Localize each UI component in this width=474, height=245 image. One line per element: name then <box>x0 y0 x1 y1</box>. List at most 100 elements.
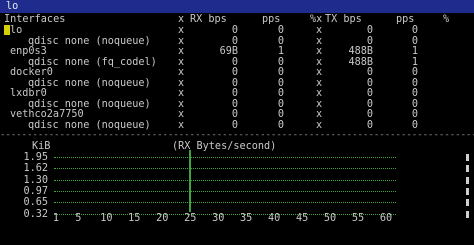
cell-tx-x: x <box>316 77 323 89</box>
interface-name: qdisc none (noqueue) <box>28 35 151 47</box>
interface-name: docker0 <box>10 67 53 78</box>
x-tick-label: 45 <box>295 213 309 224</box>
table-row[interactable]: lo x 0 0 x 0 0 <box>0 25 474 36</box>
table-row[interactable]: vethco2a7750 x 0 0 x 0 0 <box>0 109 474 120</box>
cell-tx-bps: 0 <box>366 35 373 47</box>
table-row[interactable]: qdisc none (noqueue) x 0 0 x 0 0 <box>0 120 474 131</box>
cell-rx-x: x <box>178 119 185 131</box>
cell-tx-bps: 0 <box>366 25 373 36</box>
cell-rx-x: x <box>178 56 185 68</box>
cell-rx-x: x <box>178 25 185 36</box>
table-row[interactable]: qdisc none (noqueue) x 0 0 x 0 0 <box>0 78 474 89</box>
cell-tx-bps: 0 <box>366 109 373 120</box>
graph-title: (RX Bytes/second) <box>172 141 277 152</box>
title-bar: lo <box>0 0 474 13</box>
cell-rx-pps: 0 <box>277 25 284 36</box>
graph-row: 1.62 <box>0 163 474 174</box>
cell-rx-bps: 69B <box>219 46 238 57</box>
cell-tx-x: x <box>316 25 323 36</box>
cell-rx-pps: 0 <box>277 109 284 120</box>
interface-name: lxdbr0 <box>10 88 47 99</box>
table-row[interactable]: enp0s3 x 69B 1 x 488B 1 <box>0 46 474 57</box>
cell-tx-x: x <box>316 56 323 68</box>
col-tx-pps: pps <box>396 14 415 25</box>
cell-tx-pps: 0 <box>411 35 418 47</box>
interface-name: enp0s3 <box>10 46 47 57</box>
cell-rx-pps: 0 <box>277 98 284 110</box>
traffic-spike-bar <box>189 150 192 212</box>
table-row[interactable]: qdisc none (fq_codel) x 0 0 x 488B 1 <box>0 57 474 68</box>
x-tick-label: 10 <box>100 213 113 224</box>
x-tick-label: 15 <box>128 213 141 224</box>
grid-dotted-line <box>54 202 396 204</box>
cell-rx-pps: 0 <box>277 119 284 131</box>
graph-unit-label: KiB <box>32 141 51 152</box>
graph-row: 0.65 <box>0 197 474 208</box>
y-tick-label: 1.30 <box>23 174 48 186</box>
cell-tx-bps: 0 <box>366 119 373 131</box>
cell-tx-bps: 0 <box>366 88 373 99</box>
cell-tx-x: x <box>316 119 323 131</box>
col-tx-x: %x <box>310 14 323 25</box>
x-tick-label: 25 <box>184 213 197 224</box>
interface-name: qdisc none (noqueue) <box>28 119 151 131</box>
cell-tx-bps: 0 <box>366 67 373 78</box>
col-rx-x: x <box>178 14 185 25</box>
cell-tx-bps: 0 <box>366 77 373 89</box>
cell-rx-x: x <box>178 88 185 99</box>
cell-tx-x: x <box>316 67 323 78</box>
x-axis-ticks: 1 5 10 15 20 25 30 35 40 45 50 55 60 <box>0 213 474 224</box>
interface-name: qdisc none (noqueue) <box>28 98 151 110</box>
table-row[interactable]: lxdbr0 x 0 0 x 0 0 <box>0 88 474 99</box>
cell-rx-bps: 0 <box>231 67 238 78</box>
cell-tx-bps: 0 <box>366 98 373 110</box>
graph-row: 1.95 <box>0 152 474 163</box>
cell-tx-x: x <box>316 35 323 47</box>
graph-separator: ----------------------------------------… <box>0 130 474 140</box>
x-tick-label: 1 <box>52 213 60 224</box>
y-tick-label: 1.95 <box>23 152 48 163</box>
cell-rx-x: x <box>178 67 185 78</box>
cell-rx-pps: 0 <box>277 88 284 99</box>
interface-name: qdisc none (fq_codel) <box>28 56 157 68</box>
cell-tx-x: x <box>316 46 323 57</box>
cell-rx-x: x <box>178 46 185 57</box>
cell-rx-bps: 0 <box>231 109 238 120</box>
x-tick-label: 5 <box>75 213 82 224</box>
x-tick-label: 50 <box>323 213 337 224</box>
x-tick-label: 55 <box>351 213 365 224</box>
table-row[interactable]: docker0 x 0 0 x 0 0 <box>0 67 474 78</box>
cell-rx-x: x <box>178 109 185 120</box>
x-tick-label: 40 <box>267 213 281 224</box>
grid-dotted-line <box>54 168 396 170</box>
table-row[interactable]: qdisc none (noqueue) x 0 0 x 0 0 <box>0 36 474 47</box>
interface-name: lo <box>10 25 23 36</box>
cell-tx-x: x <box>316 88 323 99</box>
cell-rx-bps: 0 <box>231 25 238 36</box>
cell-rx-x: x <box>178 35 185 47</box>
cell-tx-bps: 488B <box>348 46 373 57</box>
interface-name: vethco2a7750 <box>10 109 84 120</box>
cell-rx-x: x <box>178 98 185 110</box>
grid-dotted-line <box>54 157 396 159</box>
cell-tx-pps: 0 <box>411 119 418 131</box>
interface-name: qdisc none (noqueue) <box>28 77 151 89</box>
cell-rx-x: x <box>178 77 185 89</box>
table-row[interactable]: qdisc none (noqueue) x 0 0 x 0 0 <box>0 99 474 110</box>
window-title: lo <box>6 1 19 12</box>
y-tick-label: 1.62 <box>23 163 48 175</box>
scroll-marker <box>466 154 469 161</box>
cell-rx-bps: 0 <box>231 119 238 131</box>
cell-rx-bps: 0 <box>231 98 238 110</box>
x-tick-label: 60 <box>379 213 393 224</box>
cell-rx-bps: 0 <box>231 88 238 99</box>
cell-tx-pps: 0 <box>411 98 418 110</box>
cell-tx-pps: 1 <box>411 56 418 68</box>
col-interfaces: Interfaces <box>4 14 66 25</box>
col-rx-bps: RX bps <box>190 14 227 25</box>
graph-row: 1.30 <box>0 175 474 186</box>
x-tick-label: 35 <box>240 213 253 224</box>
cell-rx-bps: 0 <box>231 35 238 47</box>
cell-tx-pps: 0 <box>411 77 418 89</box>
col-pct: % <box>443 14 450 25</box>
